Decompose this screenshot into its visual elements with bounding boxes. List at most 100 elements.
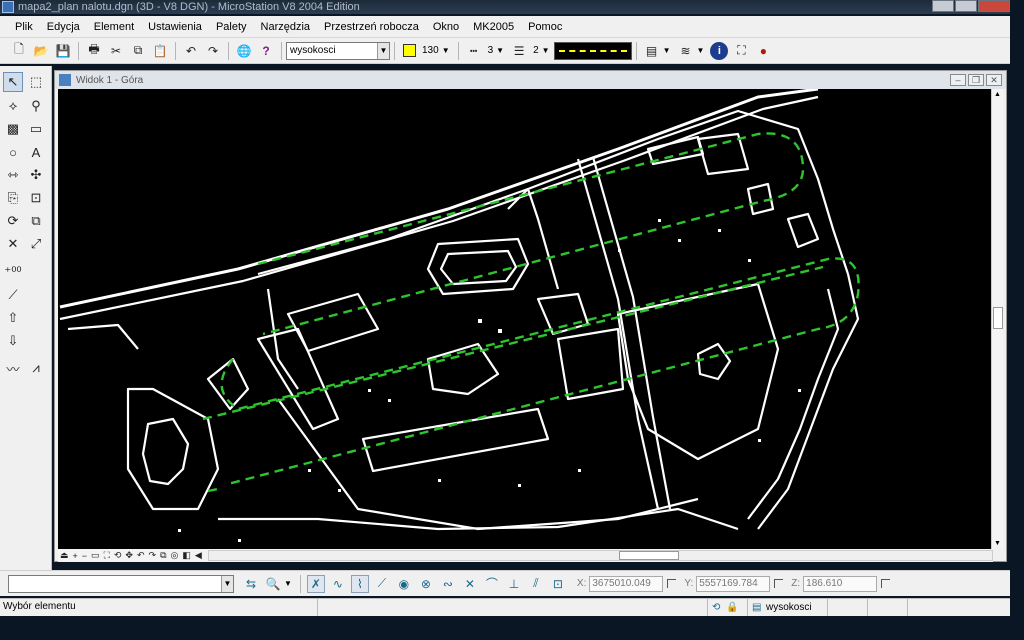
window-area-icon[interactable]: ▭ bbox=[91, 550, 100, 561]
view-restore-button[interactable]: ❐ bbox=[968, 74, 984, 86]
menu-element[interactable]: Element bbox=[94, 21, 134, 33]
new-file-icon[interactable]: 🗋 bbox=[10, 42, 28, 60]
info-icon[interactable]: i bbox=[710, 41, 729, 60]
drawing-canvas[interactable] bbox=[58, 89, 993, 549]
open-icon[interactable]: 📂 bbox=[32, 42, 50, 60]
redo-icon[interactable]: ↷ bbox=[204, 42, 222, 60]
snap-parallel-icon[interactable]: ⫽ bbox=[527, 575, 545, 593]
snap-center-icon[interactable]: ◉ bbox=[395, 575, 413, 593]
menu-okno[interactable]: Okno bbox=[433, 21, 459, 33]
menu-przestrzen-robocza[interactable]: Przestrzeń robocza bbox=[324, 21, 419, 33]
snap-bisector-icon[interactable]: ∾ bbox=[439, 575, 457, 593]
coordinate-x-lock-icon[interactable] bbox=[667, 579, 677, 588]
fit-view-icon[interactable]: ⛶ bbox=[104, 550, 110, 561]
accudraw-icon[interactable]: ✗ bbox=[306, 574, 325, 593]
close-button[interactable] bbox=[978, 0, 1010, 12]
snap-midpoint-icon[interactable]: ⟋ bbox=[373, 575, 391, 593]
fence-tool-icon[interactable]: ▩ bbox=[3, 119, 23, 139]
menu-ustawienia[interactable]: Ustawienia bbox=[148, 21, 202, 33]
snap-perpendicular-icon[interactable]: ⊥ bbox=[505, 575, 523, 593]
active-color-swatch[interactable] bbox=[403, 44, 416, 57]
menu-palety[interactable]: Palety bbox=[216, 21, 247, 33]
lock-icon[interactable]: 🔒 bbox=[726, 600, 740, 616]
color-dropdown-icon[interactable]: ▼ bbox=[442, 46, 450, 55]
modify-tool-icon[interactable]: ⎘ bbox=[3, 188, 23, 208]
copy-element-icon[interactable]: ⧉ bbox=[26, 211, 46, 231]
coordinate-x-field[interactable]: 3675010.049 bbox=[589, 575, 664, 592]
save-icon[interactable]: 💾 bbox=[54, 42, 72, 60]
slope-tool-icon[interactable]: ⟋ bbox=[3, 285, 23, 305]
line-style-dropdown-icon[interactable]: ▼ bbox=[496, 46, 504, 55]
render-icon[interactable]: ● bbox=[754, 42, 772, 60]
snap-nearest-icon[interactable]: ∿ bbox=[329, 575, 347, 593]
menu-pomoc[interactable]: Pomoc bbox=[528, 21, 562, 33]
selection-arrow-icon[interactable]: ↖ bbox=[3, 72, 23, 92]
snap-keypoint-icon[interactable]: ⇆ bbox=[242, 575, 260, 593]
scroll-up-icon[interactable]: ▲ bbox=[992, 91, 1003, 98]
menu-edycja[interactable]: Edycja bbox=[47, 21, 80, 33]
dimension-tool-icon[interactable]: ⇿ bbox=[3, 165, 23, 185]
line-style-preview[interactable] bbox=[553, 41, 632, 60]
rectangle-tool-icon[interactable]: ▭ bbox=[26, 119, 46, 139]
rotate-tool-icon[interactable]: ⟳ bbox=[3, 211, 23, 231]
select-rectangle-icon[interactable]: ⬚ bbox=[26, 72, 46, 92]
help-icon[interactable]: ? bbox=[257, 42, 275, 60]
vertical-scroll-thumb[interactable] bbox=[993, 307, 1003, 329]
snap-status-icon[interactable]: ⟲ bbox=[712, 600, 726, 616]
coordinate-y-field[interactable]: 5557169.784 bbox=[696, 575, 771, 592]
zoom-out-icon[interactable]: − bbox=[82, 551, 87, 561]
horizontal-scrollbar[interactable] bbox=[208, 550, 993, 561]
snap-zoom-icon[interactable]: 🔍 bbox=[264, 575, 282, 593]
zoom-in-icon[interactable]: + bbox=[73, 551, 78, 561]
profile-edit-icon[interactable]: ⩘ bbox=[26, 358, 46, 378]
menu-plik[interactable]: Plik bbox=[15, 21, 33, 33]
undo-icon[interactable]: ↶ bbox=[182, 42, 200, 60]
command-input[interactable]: ▼ bbox=[8, 574, 234, 593]
place-point-icon[interactable]: ⟡ bbox=[3, 96, 23, 116]
snap-origin-icon[interactable]: ⊗ bbox=[417, 575, 435, 593]
rotate-view-icon[interactable]: ⟲ bbox=[114, 550, 122, 561]
view-attributes-icon[interactable]: ◧ bbox=[182, 550, 191, 561]
line-weight-dropdown-icon[interactable]: ▼ bbox=[542, 46, 550, 55]
fence-icon[interactable]: ⛶ bbox=[732, 42, 750, 60]
globe-icon[interactable]: 🌐 bbox=[235, 42, 253, 60]
horizontal-scroll-thumb[interactable] bbox=[619, 551, 679, 560]
circle-tool-icon[interactable]: ○ bbox=[3, 142, 23, 162]
copy-icon[interactable]: ⧉ bbox=[129, 42, 147, 60]
view-lock-icon[interactable]: ⏏ bbox=[60, 550, 69, 561]
menu-mk2005[interactable]: MK2005 bbox=[473, 21, 514, 33]
line-weight-icon[interactable]: ☰ bbox=[510, 42, 528, 60]
camera-icon[interactable]: ◎ bbox=[171, 550, 179, 561]
cut-icon[interactable]: ✂ bbox=[107, 42, 125, 60]
maximize-button[interactable] bbox=[955, 0, 977, 12]
view-close-button[interactable]: ✕ bbox=[986, 74, 1002, 86]
scroll-down-icon[interactable]: ▼ bbox=[992, 540, 1003, 547]
pan-view-icon[interactable]: ✥ bbox=[125, 550, 133, 561]
cell-tool-icon[interactable]: ✣ bbox=[26, 165, 46, 185]
view-previous-icon[interactable]: ↶ bbox=[137, 550, 145, 561]
move-up-icon[interactable]: ⇧ bbox=[3, 308, 23, 328]
menu-narzedzia[interactable]: Narzędzia bbox=[261, 21, 311, 33]
snap-keypoint-active-icon[interactable]: ⌇ bbox=[350, 574, 369, 593]
coordinate-y-lock-icon[interactable] bbox=[774, 579, 784, 588]
profile-tool-icon[interactable]: 〰 bbox=[3, 358, 23, 378]
snap-through-point-icon[interactable]: ⊡ bbox=[549, 575, 567, 593]
snap-intersection-icon[interactable]: ✕ bbox=[461, 575, 479, 593]
copy-view-icon[interactable]: ⧉ bbox=[160, 550, 166, 561]
attributes-icon[interactable]: ▤ bbox=[643, 42, 661, 60]
numbering-icon[interactable]: ⁺⁰⁰ bbox=[3, 262, 23, 282]
move-down-icon[interactable]: ⇩ bbox=[3, 331, 23, 351]
scroll-left-icon[interactable]: ◀ bbox=[195, 550, 202, 561]
snap-dropdown-icon[interactable]: ▼ bbox=[284, 579, 292, 588]
paste-icon[interactable]: 📋 bbox=[151, 42, 169, 60]
coordinate-z-field[interactable]: 186.610 bbox=[803, 575, 878, 592]
layers-dropdown-icon[interactable]: ▼ bbox=[697, 46, 705, 55]
tentative-point-icon[interactable]: ⚲ bbox=[26, 96, 46, 116]
scale-tool-icon[interactable]: ⤢ bbox=[26, 234, 46, 254]
line-style-icon[interactable]: ┅ bbox=[465, 42, 483, 60]
snap-tangent-icon[interactable]: ⌒ bbox=[483, 575, 501, 593]
measure-tool-icon[interactable]: ⊡ bbox=[26, 188, 46, 208]
attributes-dropdown-icon[interactable]: ▼ bbox=[663, 46, 671, 55]
print-icon[interactable]: 🖶 bbox=[85, 42, 103, 60]
minimize-button[interactable] bbox=[932, 0, 954, 12]
